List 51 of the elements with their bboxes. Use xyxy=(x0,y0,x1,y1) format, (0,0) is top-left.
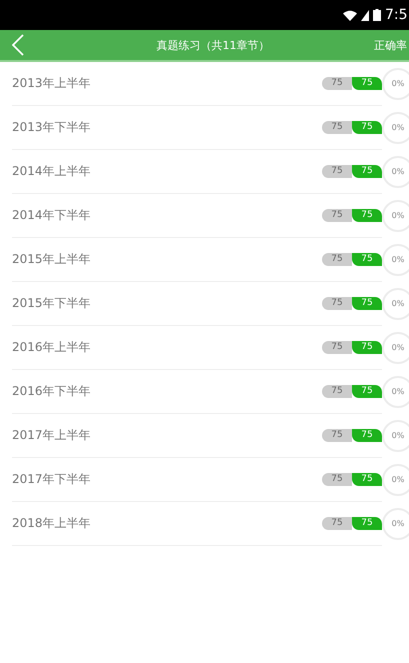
count-badge: 75 xyxy=(352,385,382,398)
signal-icon xyxy=(361,10,369,20)
battery-icon xyxy=(373,9,381,21)
accuracy-circle: 0% xyxy=(382,508,409,540)
chapter-title[interactable]: 2013年下半年 xyxy=(12,119,322,136)
count-badge: 75 xyxy=(322,253,352,266)
count-badge: 75 xyxy=(352,341,382,354)
accuracy-link[interactable]: 正确率 xyxy=(374,38,407,52)
count-badge: 75 xyxy=(322,209,352,222)
accuracy-circle: 0% xyxy=(382,464,409,496)
accuracy-circle: 0% xyxy=(382,288,409,320)
back-button[interactable] xyxy=(12,34,24,56)
count-badge: 75 xyxy=(352,473,382,486)
accuracy-circle: 0% xyxy=(382,420,409,452)
count-badge: 75 xyxy=(352,209,382,222)
accuracy-circle: 0% xyxy=(382,112,409,144)
count-badge: 75 xyxy=(322,297,352,310)
wifi-icon xyxy=(343,10,357,20)
chapter-title[interactable]: 2013年上半年 xyxy=(12,75,322,92)
chapter-title[interactable]: 2016年下半年 xyxy=(12,383,322,400)
accuracy-circle: 0% xyxy=(382,200,409,232)
chapter-title[interactable]: 2015年上半年 xyxy=(12,251,322,268)
count-badge: 75 xyxy=(352,165,382,178)
chapter-title[interactable]: 2014年上半年 xyxy=(12,163,322,180)
count-badge: 75 xyxy=(322,341,352,354)
count-badge: 75 xyxy=(322,77,352,90)
accuracy-circle: 0% xyxy=(382,68,409,100)
accuracy-circle: 0% xyxy=(382,156,409,188)
accuracy-circle: 0% xyxy=(382,244,409,276)
count-badge: 75 xyxy=(352,429,382,442)
count-badge: 75 xyxy=(322,517,352,530)
count-badge: 75 xyxy=(322,165,352,178)
chapter-title[interactable]: 2018年上半年 xyxy=(12,515,322,532)
chapter-title[interactable]: 2014年下半年 xyxy=(12,207,322,224)
status-time: 7:5 xyxy=(385,7,409,23)
count-badge: 75 xyxy=(352,121,382,134)
chapter-title[interactable]: 2017年下半年 xyxy=(12,471,322,488)
count-badge: 75 xyxy=(352,253,382,266)
header-title: 真题练习（共11章节） xyxy=(156,38,270,52)
count-badge: 75 xyxy=(322,385,352,398)
count-badge: 75 xyxy=(352,297,382,310)
chapter-title[interactable]: 2017年上半年 xyxy=(12,427,322,444)
count-badge: 75 xyxy=(322,429,352,442)
chapter-title[interactable]: 2016年上半年 xyxy=(12,339,322,356)
count-badge: 75 xyxy=(352,77,382,90)
count-badge: 75 xyxy=(352,517,382,530)
accuracy-circle: 0% xyxy=(382,376,409,408)
chapter-title[interactable]: 2015年下半年 xyxy=(12,295,322,312)
count-badge: 75 xyxy=(322,473,352,486)
count-badge: 75 xyxy=(322,121,352,134)
accuracy-circle: 0% xyxy=(382,332,409,364)
